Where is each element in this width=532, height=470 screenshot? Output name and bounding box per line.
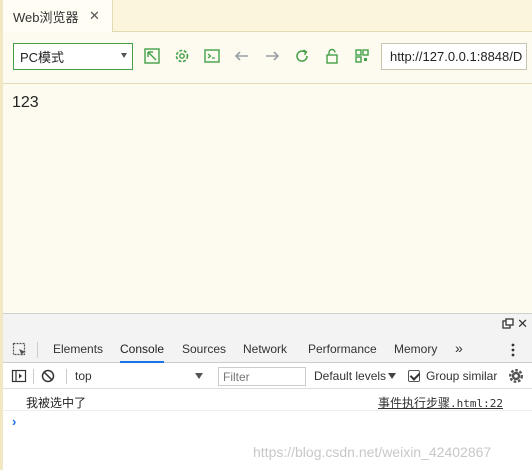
refresh-icon[interactable] [293, 47, 311, 65]
context-selector[interactable]: top [75, 369, 92, 383]
console-message-source-link[interactable]: 事件执行步骤.html:22 [378, 394, 503, 411]
tab-network[interactable]: Network [243, 336, 287, 363]
watermark-text: https://blog.csdn.net/weixin_42402867 [253, 444, 492, 460]
forward-arrow-icon[interactable] [263, 47, 281, 65]
console-settings-icon[interactable] [507, 367, 525, 385]
toolbar-divider [66, 369, 67, 384]
lock-icon[interactable] [323, 47, 341, 65]
tab-title: Web浏览器 [13, 10, 79, 25]
console-toolbar: top Default levels Group similar [3, 364, 532, 389]
more-options-icon[interactable] [511, 342, 515, 358]
group-similar-checkbox[interactable] [408, 370, 420, 382]
inspect-element-icon[interactable] [12, 342, 28, 358]
terminal-icon[interactable] [203, 47, 221, 65]
chevron-down-icon [121, 53, 127, 58]
device-mode-value: PC模式 [20, 50, 65, 65]
browser-tab[interactable]: Web浏览器 ✕ [3, 0, 113, 33]
settings-icon[interactable] [173, 47, 191, 65]
tab-bar: Web浏览器 ✕ [3, 0, 532, 33]
devtools-header: ✕ [3, 314, 532, 336]
more-tabs-icon[interactable]: » [455, 340, 463, 356]
tab-console[interactable]: Console [120, 336, 165, 363]
screenshot-icon[interactable] [143, 47, 161, 65]
qr-code-icon[interactable] [353, 47, 371, 65]
address-bar-value: http://127.0.0.1:8848/D [390, 49, 523, 64]
address-bar[interactable]: http://127.0.0.1:8848/D [381, 43, 527, 70]
tab-divider [37, 342, 38, 358]
tab-performance[interactable]: Performance [308, 336, 377, 363]
undock-icon[interactable] [502, 318, 514, 330]
source-file-name: 事件执行步骤 [378, 396, 451, 410]
devtools-close-icon[interactable]: ✕ [517, 316, 528, 332]
console-message-text: 我被选中了 [26, 396, 87, 410]
tab-close-icon[interactable]: ✕ [89, 8, 100, 24]
chevron-down-icon[interactable] [195, 373, 203, 379]
clear-console-icon[interactable] [40, 368, 56, 384]
toggle-sidebar-icon[interactable] [11, 368, 27, 384]
log-levels-dropdown[interactable]: Default levels [314, 369, 386, 383]
filter-input[interactable] [218, 367, 306, 386]
console-prompt[interactable]: › [12, 414, 16, 429]
group-similar-label: Group similar [426, 369, 498, 383]
devtools-panel: ✕ Elements Console Sources Network Perfo… [3, 313, 532, 470]
page-content-text: 123 [12, 94, 39, 111]
device-mode-select[interactable]: PC模式 [13, 43, 133, 70]
console-message-row: 我被选中了 事件执行步骤.html:22 [3, 390, 532, 411]
source-file-suffix: .html:22 [450, 397, 503, 410]
chevron-down-icon[interactable] [388, 373, 396, 379]
devtools-tab-bar: Elements Console Sources Network Perform… [3, 336, 532, 363]
page-viewport: 123 [3, 85, 532, 313]
tab-memory[interactable]: Memory [394, 336, 437, 363]
back-arrow-icon[interactable] [233, 47, 251, 65]
tab-elements[interactable]: Elements [53, 336, 103, 363]
tab-sources[interactable]: Sources [182, 336, 226, 363]
toolbar-divider [33, 369, 34, 384]
browser-toolbar: PC模式 http://127.0.0.1:8848/D [3, 32, 532, 84]
